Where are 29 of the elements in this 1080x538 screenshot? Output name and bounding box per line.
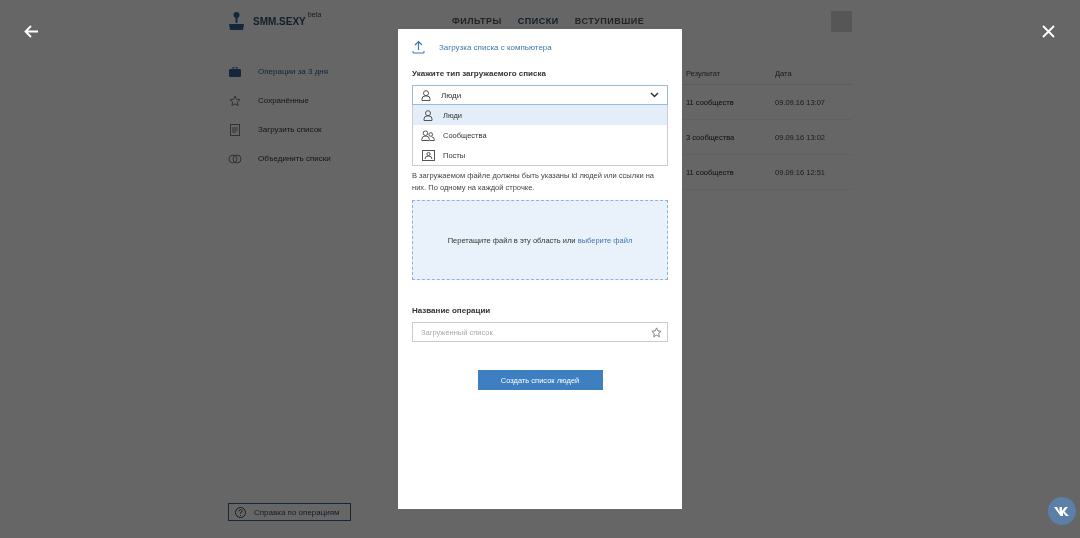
nav-tab[interactable]: СПИСКИ: [517, 16, 559, 26]
nav-tab[interactable]: ФИЛЬТРЫ: [452, 16, 502, 26]
person-icon: [423, 109, 433, 121]
help-button[interactable]: Справка по операциям: [228, 503, 351, 521]
people-icon: [421, 129, 435, 141]
document-icon: [230, 123, 240, 136]
sidebar-item[interactable]: Загрузить список: [228, 122, 322, 137]
sidebar-item[interactable]: Объединить списки: [228, 151, 331, 166]
briefcase-icon: [229, 66, 241, 77]
star-icon: [229, 94, 241, 107]
logo-text[interactable]: SMM.SEXY: [253, 15, 306, 27]
rings-icon: [228, 153, 242, 164]
field-label: Название операции: [412, 306, 492, 315]
question-icon: [235, 506, 246, 518]
upload-icon: [412, 40, 425, 54]
vk-button-icon[interactable]: [1048, 497, 1076, 525]
close-icon[interactable]: [1042, 25, 1055, 38]
list-type-dropdown[interactable]: Люди: [412, 85, 668, 105]
joystick-logo-icon: [228, 11, 245, 31]
star-icon[interactable]: [651, 326, 662, 338]
field-label: Укажите тип загружаемого списка: [412, 69, 547, 78]
sidebar-item[interactable]: Сохранённые: [228, 93, 309, 108]
nav-tab[interactable]: ВСТУПИВШИЕ: [574, 16, 645, 26]
person-icon: [421, 89, 431, 101]
back-arrow-icon[interactable]: [24, 25, 39, 38]
post-icon: [421, 149, 435, 161]
sidebar-item[interactable]: Операции за 3 дня: [228, 64, 329, 79]
chevron-icon: [650, 92, 659, 98]
modal-title: Загрузка списка с компьютера: [439, 42, 552, 52]
